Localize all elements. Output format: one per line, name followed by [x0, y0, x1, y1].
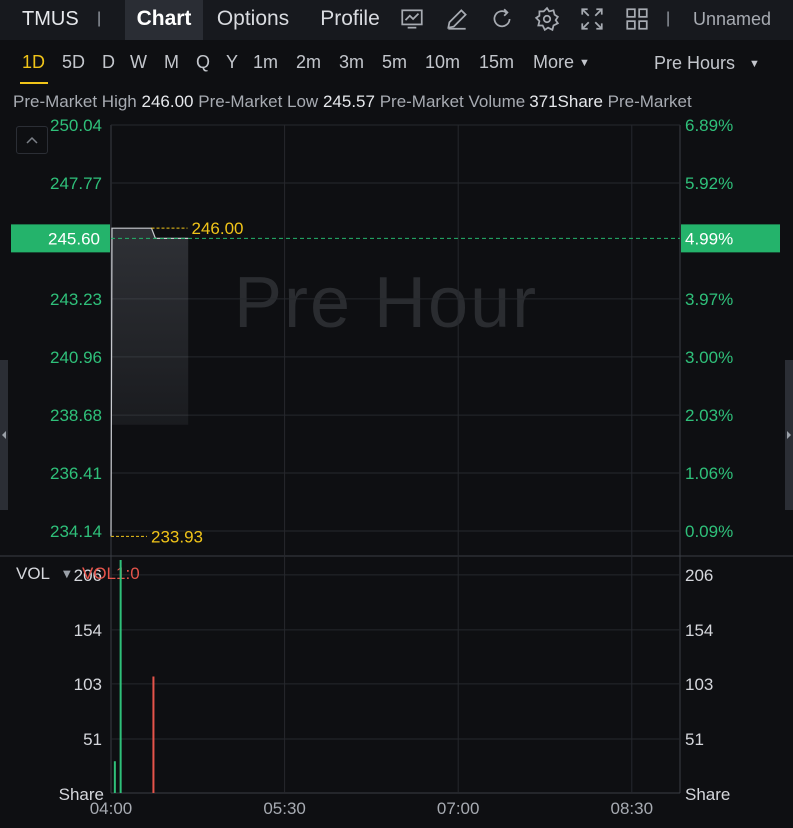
price-tick-label: 238.68 [50, 406, 102, 425]
volume-tick-label: 51 [83, 730, 102, 749]
price-tick-label: 234.14 [50, 522, 102, 541]
chevron-left-icon [2, 431, 6, 439]
volume-bar [119, 560, 122, 793]
pct-tick-label: 0.09% [685, 522, 733, 541]
volume-tick-label-right: 206 [685, 566, 713, 585]
price-area [111, 228, 189, 537]
price-marker-label: 246.00 [192, 219, 244, 238]
pct-tick-label: 3.97% [685, 290, 733, 309]
price-tick-label: 236.41 [50, 464, 102, 483]
pct-tick-label: 3.00% [685, 348, 733, 367]
price-marker-label: 233.93 [151, 527, 203, 546]
price-tick-label: 247.77 [50, 174, 102, 193]
volume-tick-label-right: 51 [685, 730, 704, 749]
volume-tick-label-right: 103 [685, 675, 713, 694]
pct-tick-label: 2.03% [685, 406, 733, 425]
volume-tick-label: 103 [74, 675, 102, 694]
volume-tick-label: 154 [74, 621, 102, 640]
time-tick-label: 05:30 [263, 799, 306, 818]
volume-bar [152, 676, 155, 793]
volume-unit-label: Share [59, 785, 104, 804]
volume-bar [113, 761, 116, 793]
price-tick-label: 240.96 [50, 348, 102, 367]
current-price-label: 245.60 [48, 229, 100, 248]
time-tick-label: 07:00 [437, 799, 480, 818]
right-panel-toggle[interactable] [785, 360, 793, 510]
left-panel-toggle[interactable] [0, 360, 8, 510]
price-tick-label: 250.04 [50, 116, 102, 135]
volume-unit-label-right: Share [685, 785, 730, 804]
time-tick-label: 08:30 [611, 799, 654, 818]
chevron-right-icon [787, 431, 791, 439]
caret-down-icon: ▼ [63, 569, 71, 580]
pct-tick-label: 6.89% [685, 116, 733, 135]
price-tick-label: 243.23 [50, 290, 102, 309]
chevron-up-icon [26, 136, 38, 144]
pct-tick-label: 5.92% [685, 174, 733, 193]
collapse-button[interactable] [16, 126, 48, 154]
price-chart[interactable]: 250.04 6.89% 247.77 5.92% 243.23 3.97% 240.96 3… [0, 0, 793, 828]
volume-tick-label-right: 154 [685, 621, 713, 640]
current-pct-label: 4.99% [685, 229, 733, 248]
pct-tick-label: 1.06% [685, 464, 733, 483]
volume-label: VOL [16, 564, 50, 583]
volume-indicator-label: VOL1:0 [82, 564, 140, 583]
